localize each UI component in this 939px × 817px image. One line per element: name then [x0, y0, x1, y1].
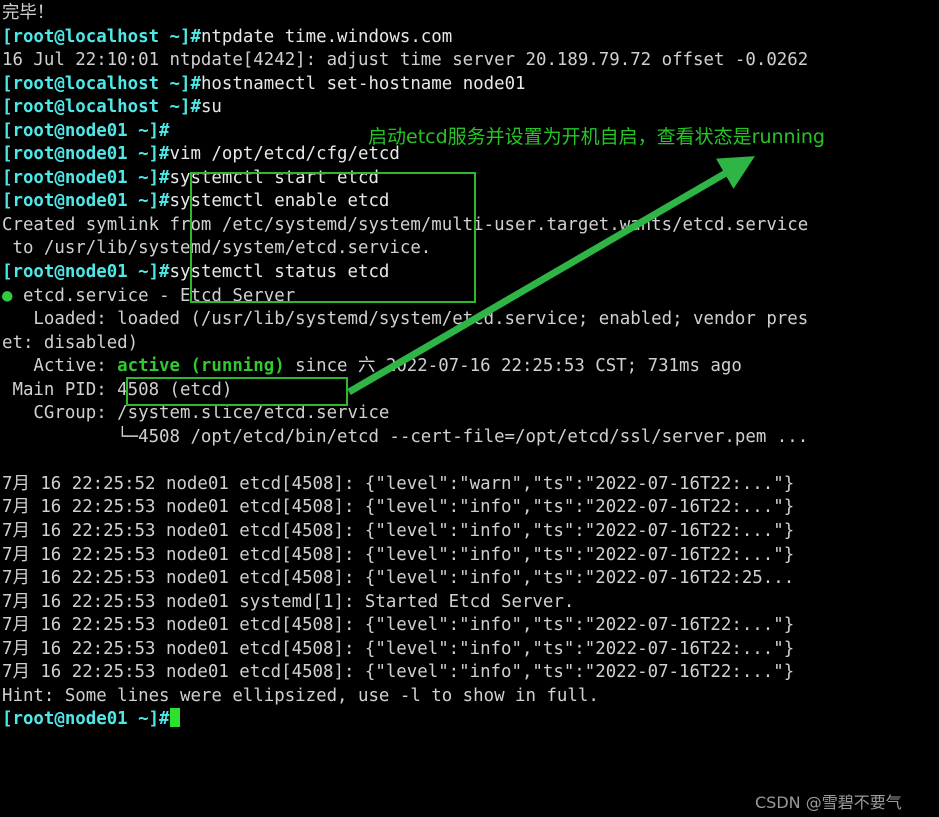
active-label: Active:: [2, 356, 118, 377]
shell-prompt: [root@node01 ~]#: [2, 191, 170, 212]
terminal-text: Created symlink from /etc/systemd/system…: [2, 214, 809, 235]
terminal-line: [root@node01 ~]#systemctl status etcd: [2, 261, 939, 285]
terminal-line: 7月 16 22:25:53 node01 etcd[4508]: {"leve…: [2, 567, 939, 591]
terminal-text: 7月 16 22:25:53 node01 etcd[4508]: {"leve…: [2, 521, 795, 542]
terminal-text: 7月 16 22:25:53 node01 etcd[4508]: {"leve…: [2, 544, 795, 565]
terminal-line: 7月 16 22:25:53 node01 etcd[4508]: {"leve…: [2, 520, 939, 544]
terminal-line: [root@node01 ~]#systemctl start etcd: [2, 167, 939, 191]
terminal-line: 完毕！: [2, 2, 939, 26]
terminal-text: └─4508 /opt/etcd/bin/etcd --cert-file=/o…: [2, 426, 809, 447]
terminal-line: Hint: Some lines were ellipsized, use -l…: [2, 685, 939, 709]
terminal-text: 16 Jul 22:10:01 ntpdate[4242]: adjust ti…: [2, 50, 809, 71]
terminal-text: 完毕！: [2, 3, 55, 23]
shell-prompt: [root@node01 ~]#: [2, 167, 170, 188]
terminal-line: 7月 16 22:25:53 node01 etcd[4508]: {"leve…: [2, 661, 939, 685]
terminal-line: 16 Jul 22:10:01 ntpdate[4242]: adjust ti…: [2, 49, 939, 73]
terminal-text: Hint: Some lines were ellipsized, use -l…: [2, 685, 599, 706]
active-since-text: since 六 2022-07-16 22:25:53 CST; 731ms a…: [284, 356, 742, 377]
terminal-line: [root@node01 ~]#systemctl enable etcd: [2, 190, 939, 214]
terminal-text: 7月 16 22:25:53 node01 etcd[4508]: {"leve…: [2, 662, 795, 683]
terminal-text: 7月 16 22:25:52 node01 etcd[4508]: {"leve…: [2, 473, 795, 494]
terminal-line: Loaded: loaded (/usr/lib/systemd/system/…: [2, 308, 939, 332]
terminal-output[interactable]: 完毕！ [root@localhost ~]#ntpdate time.windo…: [0, 0, 939, 817]
terminal-line: 7月 16 22:25:53 node01 etcd[4508]: {"leve…: [2, 544, 939, 568]
terminal-line: [root@node01 ~]#vim /opt/etcd/cfg/etcd: [2, 143, 939, 167]
terminal-line: Created symlink from /etc/systemd/system…: [2, 214, 939, 238]
terminal-line: 7月 16 22:25:53 node01 systemd[1]: Starte…: [2, 591, 939, 615]
terminal-text: 7月 16 22:25:53 node01 etcd[4508]: {"leve…: [2, 638, 795, 659]
terminal-text: Main PID: 4508 (etcd): [2, 379, 233, 400]
terminal-text: 7月 16 22:25:53 node01 etcd[4508]: {"leve…: [2, 497, 795, 518]
shell-command: ntpdate time.windows.com: [200, 26, 453, 47]
shell-command: systemctl status etcd: [169, 262, 390, 283]
service-status-dot-icon: ●: [2, 285, 13, 306]
terminal-line: 7月 16 22:25:53 node01 etcd[4508]: {"leve…: [2, 638, 939, 662]
terminal-text: CGroup: /system.slice/etcd.service: [2, 403, 390, 424]
terminal-line: [root@node01 ~]#: [2, 708, 939, 732]
terminal-text: 7月 16 22:25:53 node01 systemd[1]: Starte…: [2, 591, 575, 612]
terminal-text: 7月 16 22:25:53 node01 etcd[4508]: {"leve…: [2, 568, 795, 589]
terminal-text: Loaded: loaded (/usr/lib/systemd/system/…: [2, 309, 809, 330]
shell-command: vim /opt/etcd/cfg/etcd: [169, 144, 400, 165]
terminal-line: 7月 16 22:25:53 node01 etcd[4508]: {"leve…: [2, 614, 939, 638]
terminal-text: et: disabled): [2, 332, 139, 353]
shell-command: systemctl enable etcd: [169, 191, 390, 212]
terminal-line: [root@node01 ~]#: [2, 120, 939, 144]
terminal-line: Main PID: 4508 (etcd): [2, 379, 939, 403]
terminal-text: 7月 16 22:25:53 node01 etcd[4508]: {"leve…: [2, 615, 795, 636]
terminal-text: to /usr/lib/systemd/system/etcd.service.: [2, 238, 432, 259]
terminal-line: [root@localhost ~]#su: [2, 96, 939, 120]
terminal-line: 7月 16 22:25:52 node01 etcd[4508]: {"leve…: [2, 473, 939, 497]
shell-prompt: [root@node01 ~]#: [2, 144, 170, 165]
shell-prompt: [root@node01 ~]#: [2, 709, 170, 730]
service-status-value: active (running): [117, 356, 285, 377]
terminal-line: to /usr/lib/systemd/system/etcd.service.: [2, 237, 939, 261]
shell-command: systemctl start etcd: [169, 167, 379, 188]
shell-prompt: [root@localhost ~]#: [2, 97, 201, 118]
terminal-line: 7月 16 22:25:53 node01 etcd[4508]: {"leve…: [2, 496, 939, 520]
terminal-line: CGroup: /system.slice/etcd.service: [2, 402, 939, 426]
terminal-line: et: disabled): [2, 332, 939, 356]
terminal-line: └─4508 /opt/etcd/bin/etcd --cert-file=/o…: [2, 426, 939, 450]
shell-command: su: [200, 97, 222, 118]
shell-prompt: [root@localhost ~]#: [2, 73, 201, 94]
text-cursor: [169, 708, 180, 728]
terminal-line: Active: active (running) since 六 2022-07…: [2, 355, 939, 379]
shell-command: hostnamectl set-hostname node01: [200, 73, 526, 94]
shell-prompt: [root@node01 ~]#: [2, 262, 170, 283]
terminal-line: ● etcd.service - Etcd Server: [2, 285, 939, 309]
terminal-line: [root@localhost ~]#hostnamectl set-hostn…: [2, 73, 939, 97]
shell-prompt: [root@node01 ~]#: [2, 120, 170, 141]
service-header-text: etcd.service - Etcd Server: [12, 285, 296, 306]
terminal-line: [root@localhost ~]#ntpdate time.windows.…: [2, 26, 939, 50]
shell-prompt: [root@localhost ~]#: [2, 26, 201, 47]
